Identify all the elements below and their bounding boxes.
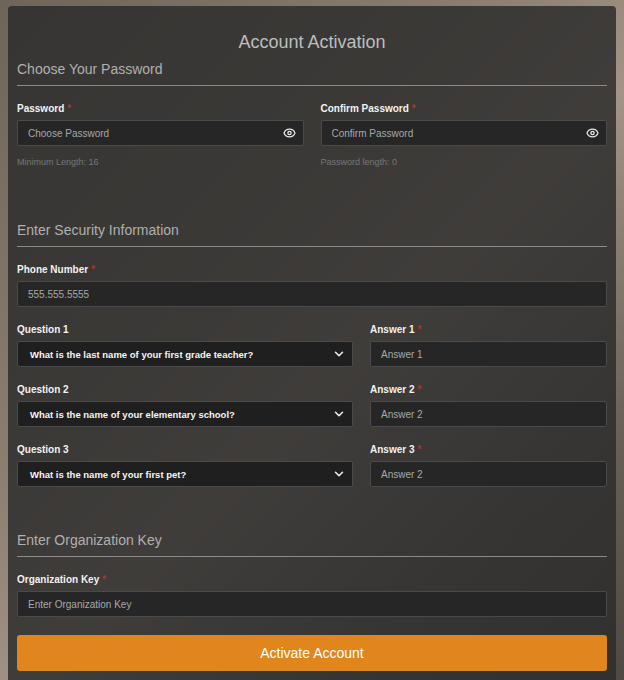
field-label: Organization Key*	[17, 574, 607, 586]
password-field: Password* Minimum Length: 16	[17, 103, 304, 168]
question-row: Question 2 What is the name of your eleme…	[17, 384, 607, 427]
eye-icon[interactable]	[586, 127, 599, 140]
input-wrap	[370, 461, 607, 487]
question-row: Question 1 What is the last name of your …	[17, 324, 607, 367]
text-input[interactable]	[321, 120, 608, 146]
question-select[interactable]: What is the name of your elementary scho…	[17, 401, 353, 427]
chevron-down-icon	[332, 407, 346, 421]
page-title: Account Activation	[17, 31, 607, 53]
field-hint: Password length: 0	[321, 157, 608, 168]
question-field: Question 2 What is the name of your eleme…	[17, 384, 353, 427]
text-input[interactable]	[370, 461, 607, 487]
required-mark: *	[417, 324, 421, 335]
input-wrap	[370, 341, 607, 367]
required-mark: *	[417, 444, 421, 455]
input-wrap	[321, 120, 608, 146]
required-mark: *	[67, 103, 71, 114]
question-row: Question 3 What is the name of your first…	[17, 444, 607, 487]
security-section: Phone Number* Question 1 What is the last …	[17, 264, 607, 487]
phone-field: Phone Number*	[17, 264, 607, 307]
input-wrap	[17, 281, 607, 307]
password-section: Password* Minimum Length: 16 Confirm Passw…	[17, 103, 607, 168]
field-label: Phone Number*	[17, 264, 607, 276]
text-input[interactable]	[370, 401, 607, 427]
chevron-down-icon	[332, 467, 346, 481]
field-hint: Minimum Length: 16	[17, 157, 304, 168]
eye-icon[interactable]	[283, 127, 296, 140]
field-label: Question 2	[17, 384, 353, 396]
text-input[interactable]	[17, 120, 304, 146]
section-heading: Enter Security Information	[17, 222, 607, 247]
organization-section: Organization Key*	[17, 574, 607, 617]
required-mark: *	[91, 264, 95, 275]
input-wrap	[17, 120, 304, 146]
field-label: Answer 3*	[370, 444, 607, 456]
question-field: Question 3 What is the name of your first…	[17, 444, 353, 487]
organization-key-field: Organization Key*	[17, 574, 607, 617]
field-label: Answer 1*	[370, 324, 607, 336]
answer-field: Answer 1*	[370, 324, 607, 367]
required-mark: *	[417, 384, 421, 395]
password-row: Password* Minimum Length: 16 Confirm Passw…	[17, 103, 607, 168]
question-select[interactable]: What is the name of your first pet?	[17, 461, 353, 487]
question-field: Question 1 What is the last name of your …	[17, 324, 353, 367]
text-input[interactable]	[370, 341, 607, 367]
text-input[interactable]	[17, 281, 607, 307]
section-heading: Enter Organization Key	[17, 532, 607, 557]
answer-field: Answer 2*	[370, 384, 607, 427]
answer-field: Answer 3*	[370, 444, 607, 487]
input-wrap	[17, 591, 607, 617]
field-label: Password*	[17, 103, 304, 115]
password-field: Confirm Password* Password length: 0	[321, 103, 608, 168]
field-label: Question 3	[17, 444, 353, 456]
activate-button[interactable]: Activate Account	[17, 635, 607, 671]
field-label: Confirm Password*	[321, 103, 608, 115]
field-label: Answer 2*	[370, 384, 607, 396]
required-mark: *	[102, 574, 106, 585]
chevron-down-icon	[332, 347, 346, 361]
required-mark: *	[412, 103, 416, 114]
field-label: Question 1	[17, 324, 353, 336]
text-input[interactable]	[17, 591, 607, 617]
question-select[interactable]: What is the last name of your first grad…	[17, 341, 353, 367]
input-wrap	[370, 401, 607, 427]
activation-panel: Account Activation Choose Your Password Pa…	[8, 6, 616, 680]
section-heading: Choose Your Password	[17, 61, 607, 86]
